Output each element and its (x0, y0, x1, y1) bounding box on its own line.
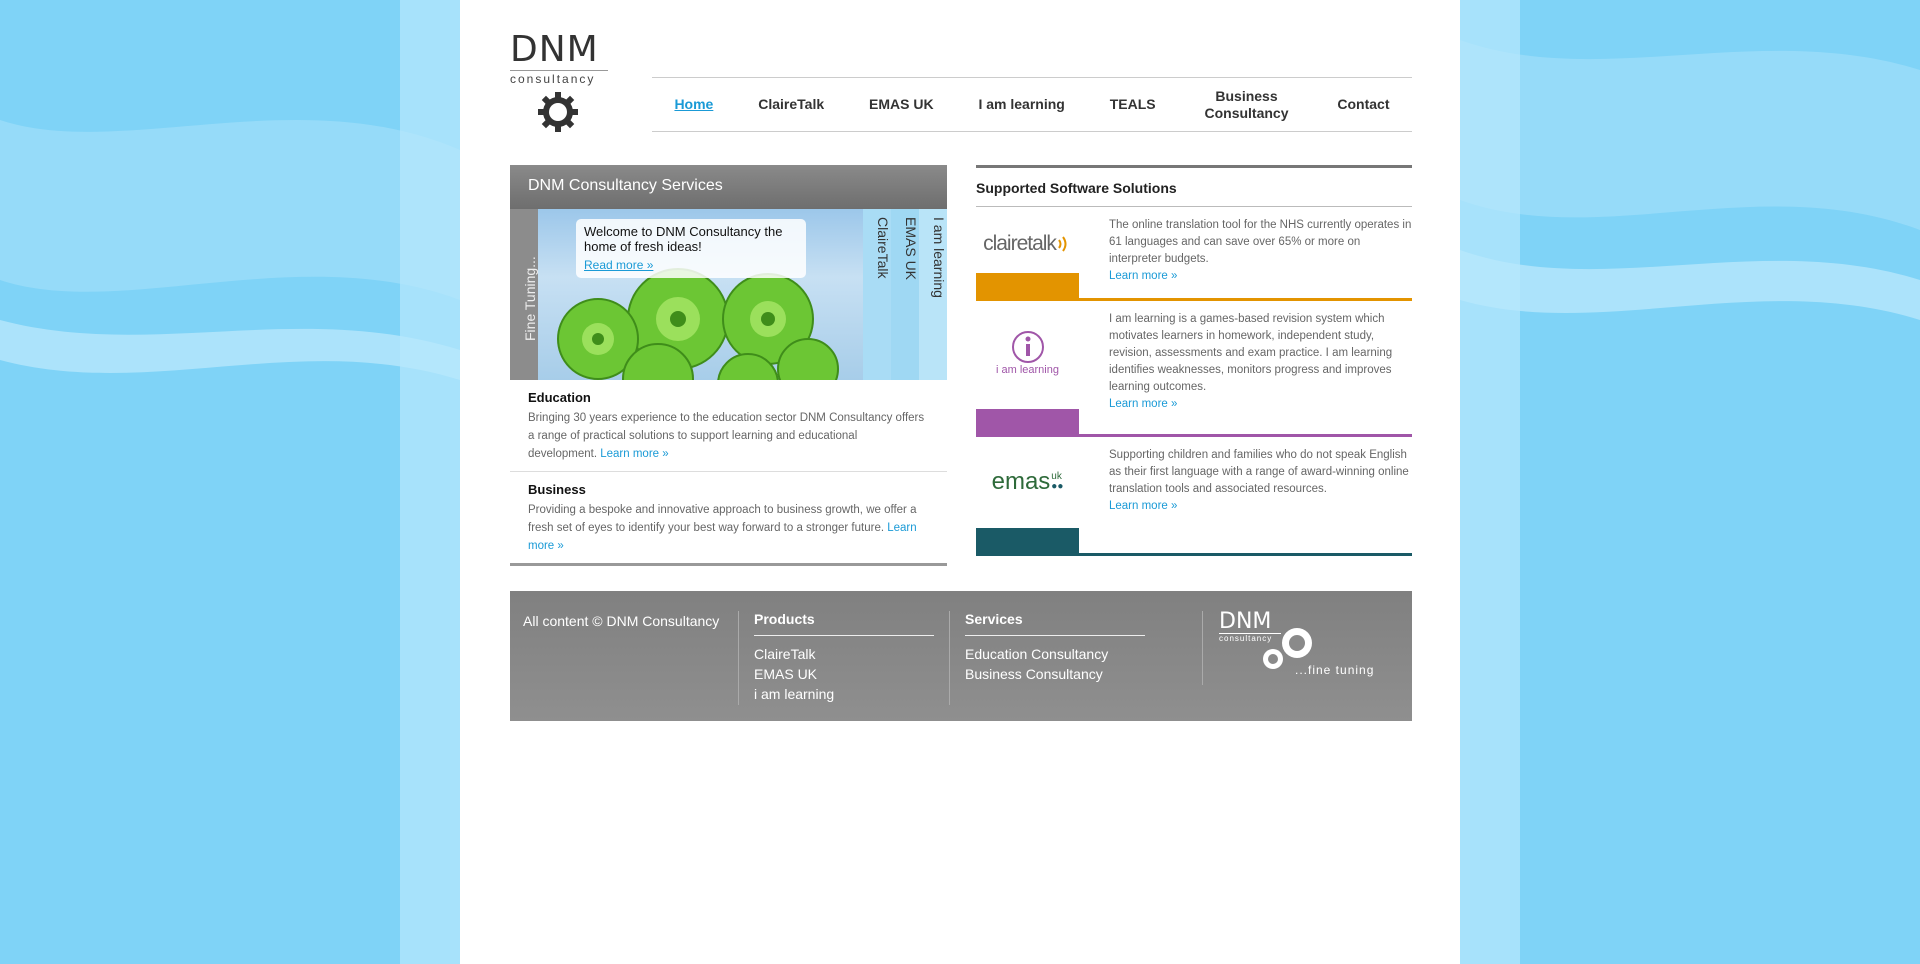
footer-link-i-am-learning[interactable]: i am learning (754, 684, 934, 704)
nav-clairetalk[interactable]: ClaireTalk (758, 96, 824, 113)
footer-logo: DNM consultancy ...fine tuning (1202, 611, 1402, 685)
i-am-learning-logo[interactable]: i am learning (976, 301, 1079, 405)
nav-i-am-learning[interactable]: I am learning (978, 96, 1064, 113)
info-icon (1011, 331, 1044, 363)
slider-tab-clairetalk[interactable]: ClaireTalk (863, 209, 891, 380)
footer-link-clairetalk[interactable]: ClaireTalk (754, 644, 934, 664)
services-title: DNM Consultancy Services (510, 165, 947, 209)
supported-software-panel: Supported Software Solutions clairetalk … (976, 165, 1412, 556)
emas-uk-description: Supporting children and families who do … (1109, 449, 1409, 495)
sound-waves-icon (1058, 236, 1067, 252)
gear-icon (538, 92, 578, 132)
slider-tab-fine-tuning[interactable]: Fine Tuning... (510, 209, 538, 380)
footer-link-education-consultancy[interactable]: Education Consultancy (965, 644, 1145, 664)
main-navigation: Home ClaireTalk EMAS UK I am learning TE… (652, 77, 1412, 132)
clairetalk-learn-more-link[interactable]: Learn more » (1109, 268, 1412, 285)
footer-link-emas-uk[interactable]: EMAS UK (754, 664, 934, 684)
service-business-title: Business (528, 482, 586, 497)
emas-uk-logo[interactable]: emas uk ●● (976, 437, 1079, 527)
education-learn-more-link[interactable]: Learn more » (600, 448, 668, 460)
page-container: DNM consultancy Home ClaireTalk EMAS UK … (460, 0, 1460, 964)
emas-dots-icon: ●● (1051, 481, 1064, 492)
nav-home[interactable]: Home (674, 96, 713, 113)
service-education-text: Bringing 30 years experience to the educ… (528, 412, 925, 460)
nav-contact[interactable]: Contact (1337, 96, 1389, 113)
logo-title: DNM (510, 29, 599, 70)
service-education-title: Education (528, 390, 591, 405)
product-row-clairetalk: clairetalk The online translation tool f… (976, 207, 1412, 301)
services-panel: DNM Consultancy Services Fine Tuning... (510, 165, 947, 568)
footer-services-title: Services (965, 611, 1145, 636)
slider-tab-emas-uk[interactable]: EMAS UK (891, 209, 919, 380)
footer-link-business-consultancy[interactable]: Business Consultancy (965, 664, 1145, 684)
footer-services: Services Education Consultancy Business … (949, 611, 1145, 705)
product-row-i-am-learning: i am learning I am learning is a games-b… (976, 301, 1412, 437)
clairetalk-logo[interactable]: clairetalk (976, 207, 1079, 281)
service-education: Education Bringing 30 years experience t… (510, 380, 947, 472)
slider-tab-i-am-learning[interactable]: I am learning (919, 209, 947, 380)
product-row-emas-uk: emas uk ●● Supporting children and famil… (976, 437, 1412, 556)
nav-teals[interactable]: TEALS (1110, 96, 1156, 113)
supported-title: Supported Software Solutions (976, 165, 1412, 207)
i-am-learning-learn-more-link[interactable]: Learn more » (1109, 396, 1412, 413)
nav-business-consultancy[interactable]: Business Consultancy (1201, 88, 1293, 122)
service-business-text: Providing a bespoke and innovative appro… (528, 504, 917, 534)
i-am-learning-description: I am learning is a games-based revision … (1109, 313, 1393, 393)
footer-products-title: Products (754, 611, 934, 636)
footer: All content © DNM Consultancy Products C… (510, 591, 1412, 721)
emas-uk-color-block (976, 528, 1079, 556)
footer-copyright: All content © DNM Consultancy (523, 613, 720, 629)
services-slider: Fine Tuning... Welcome to DNM Consultanc… (510, 209, 947, 380)
clairetalk-description: The online translation tool for the NHS … (1109, 219, 1412, 265)
read-more-link[interactable]: Read more » (584, 258, 798, 272)
i-am-learning-color-block (976, 409, 1079, 437)
welcome-bubble: Welcome to DNM Consultancy the home of f… (576, 219, 806, 278)
clairetalk-color-block (976, 273, 1079, 301)
site-logo[interactable]: DNM consultancy (510, 32, 610, 139)
gears-image: Welcome to DNM Consultancy the home of f… (538, 209, 863, 380)
logo-subtitle: consultancy (510, 70, 608, 86)
welcome-text: Welcome to DNM Consultancy the home of f… (584, 224, 783, 254)
footer-products: Products ClaireTalk EMAS UK i am learnin… (738, 611, 934, 705)
service-business: Business Providing a bespoke and innovat… (510, 472, 947, 566)
emas-uk-learn-more-link[interactable]: Learn more » (1109, 498, 1412, 515)
nav-emas-uk[interactable]: EMAS UK (869, 96, 934, 113)
footer-tagline: ...fine tuning (1295, 663, 1375, 677)
